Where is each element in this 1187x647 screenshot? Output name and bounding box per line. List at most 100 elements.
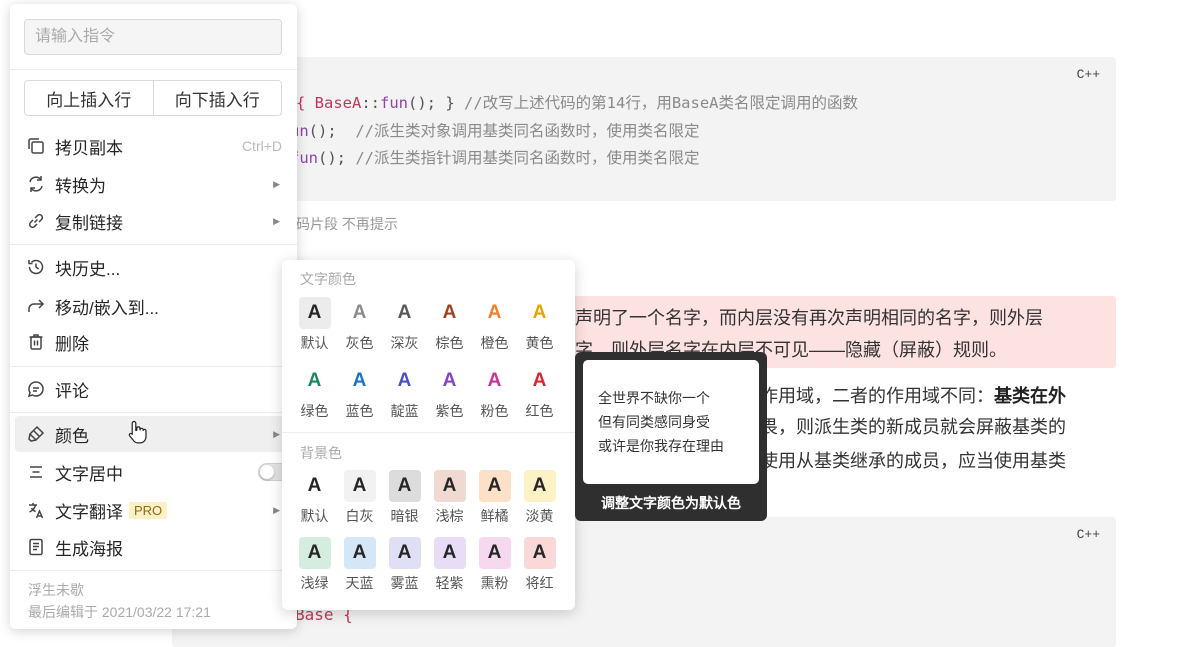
swatch-glyph: A [343, 470, 376, 502]
text-color-swatch[interactable]: A 默认 [292, 297, 337, 353]
menu-item-label: 移动/嵌入到... [55, 298, 159, 318]
swatch-glyph: A [478, 470, 511, 502]
menu-item-copy-link[interactable]: 复制链接 ▶ [15, 203, 292, 239]
menu-item-poster[interactable]: 生成海报 [15, 529, 292, 565]
text-color-swatch[interactable]: A 黄色 [517, 297, 562, 353]
bg-color-swatch[interactable]: A 轻紫 [427, 537, 472, 593]
text-color-swatch[interactable]: A 橙色 [472, 297, 517, 353]
menu-item-label: 块历史... [55, 259, 121, 279]
menu-item-copy[interactable]: 拷贝副本 Ctrl+D [15, 128, 292, 164]
code-token: (); [308, 122, 356, 140]
swatch-label: 浅棕 [435, 508, 464, 524]
code-language-label[interactable]: C++ [1077, 67, 1100, 82]
code-language-label[interactable]: C++ [1077, 527, 1100, 542]
swatch-glyph: A [397, 370, 412, 391]
code-line: fun(); //派生类指针调用基类同名函数时，使用类名限定 [290, 146, 700, 168]
menu-item-delete[interactable]: 删除 [15, 324, 292, 360]
swatch-glyph: A [433, 537, 466, 569]
pro-badge: PRO [129, 501, 168, 519]
convert-icon [25, 173, 47, 195]
swatch-glyph: A [442, 302, 457, 323]
menu-item-label: 转换为 [55, 176, 106, 196]
code-hint-text[interactable]: 码片段 不再提示 [296, 214, 398, 234]
menu-item-align-center[interactable]: 文字居中 [15, 454, 292, 490]
text-color-swatch[interactable]: A 蓝色 [337, 365, 382, 421]
block-context-menu: 向上插入行 向下插入行 拷贝副本 Ctrl+D 转换为 ▶ 复制链接 ▶ 块历史… [10, 4, 297, 629]
swatch-label: 深灰 [390, 335, 419, 351]
history-icon [25, 256, 47, 278]
text-color-swatch[interactable]: A 靛蓝 [382, 365, 427, 421]
author-name: 浮生未歇 [28, 582, 84, 598]
paragraph-fragment: 作用域，二者的作用域不同： [760, 386, 994, 406]
bg-color-swatch[interactable]: A 浅棕 [427, 470, 472, 526]
command-input[interactable] [24, 19, 282, 55]
tooltip-preview-card: 全世界不缺你一个 但有同类感同身受 或许是你我存在理由 [583, 360, 759, 484]
swatch-label: 紫色 [435, 403, 464, 419]
tooltip-preview-text: 或许是你我存在理由 [598, 438, 724, 454]
swatch-label: 鲜橘 [480, 508, 509, 524]
swatch-label: 靛蓝 [390, 403, 419, 419]
translate-icon [25, 499, 47, 521]
tooltip-preview-text: 全世界不缺你一个 [598, 390, 710, 406]
text-color-swatch[interactable]: A 棕色 [427, 297, 472, 353]
menu-item-label: 拷贝副本 [55, 138, 123, 158]
insert-row-below-button[interactable]: 向下插入行 [152, 81, 282, 115]
code-comment: //派生类对象调用基类同名函数时，使用类名限定 [355, 122, 700, 140]
color-brush-icon [25, 423, 47, 445]
bg-color-swatch[interactable]: A 淡黄 [517, 470, 562, 526]
callout-text: 声明了一个名字，而内层没有再次声明相同的名字，则外层 [575, 308, 1043, 328]
swatch-glyph: A [523, 537, 556, 569]
menu-divider [10, 69, 297, 70]
bg-color-swatch[interactable]: A 默认 [292, 470, 337, 526]
color-submenu: 文字颜色 A 默认 A 灰色 A 深灰 A 棕色 A 橙色 A 黄色 A 绿色 A 蓝色 A 靛蓝 A 紫色 A 粉色 A 红… [282, 260, 575, 610]
swatch-label: 默认 [300, 335, 329, 351]
swatch-glyph: A [388, 537, 421, 569]
code-line: un(); //派生类对象调用基类同名函数时，使用类名限定 [290, 119, 700, 141]
swatch-label: 白灰 [345, 508, 374, 524]
insert-row-above-button[interactable]: 向上插入行 [25, 81, 153, 115]
text-color-heading: 文字颜色 [300, 271, 356, 287]
menu-item-comment[interactable]: 评论 [15, 371, 292, 407]
menu-divider [10, 412, 297, 413]
swatch-label: 默认 [300, 508, 329, 524]
bg-color-swatch[interactable]: A 白灰 [337, 470, 382, 526]
link-icon [25, 210, 47, 232]
text-color-swatch[interactable]: A 紫色 [427, 365, 472, 421]
text-color-swatch[interactable]: A 深灰 [382, 297, 427, 353]
tooltip-preview-text: 但有同类感同身受 [598, 414, 710, 430]
text-color-swatch[interactable]: A 红色 [517, 365, 562, 421]
menu-item-color[interactable]: 颜色 ▶ [15, 416, 292, 452]
text-color-swatch[interactable]: A 灰色 [337, 297, 382, 353]
menu-divider [282, 432, 575, 433]
bg-color-swatch[interactable]: A 熏粉 [472, 537, 517, 593]
menu-item-move[interactable]: 移动/嵌入到... [15, 288, 292, 324]
menu-item-translate[interactable]: 文字翻译 PRO ▶ [15, 492, 292, 528]
swatch-label: 灰色 [345, 335, 374, 351]
menu-item-block-history[interactable]: 块历史... [15, 249, 292, 285]
bg-color-swatch[interactable]: A 鲜橘 [472, 470, 517, 526]
swatch-label: 浅绿 [300, 575, 329, 591]
hand-cursor-icon [128, 420, 147, 444]
bg-color-swatch[interactable]: A 浅绿 [292, 537, 337, 593]
swatch-glyph: A [397, 302, 412, 323]
copy-icon [25, 135, 47, 157]
bg-color-swatch[interactable]: A 暗银 [382, 470, 427, 526]
paragraph-text: 使用从基类继承的成员，应当使用基类 [760, 451, 1066, 471]
code-token: fun [380, 94, 409, 112]
submenu-arrow-icon: ▶ [273, 215, 280, 226]
tooltip-caption: 调整文字颜色为默认色 [601, 495, 741, 511]
menu-divider [10, 244, 297, 245]
menu-item-label: 颜色 [55, 426, 89, 446]
bg-color-swatch[interactable]: A 天蓝 [337, 537, 382, 593]
swatch-glyph: A [487, 370, 502, 391]
bg-color-swatch[interactable]: A 将红 [517, 537, 562, 593]
text-color-swatch[interactable]: A 绿色 [292, 365, 337, 421]
bg-color-swatch[interactable]: A 雾蓝 [382, 537, 427, 593]
swatch-glyph: A [532, 370, 547, 391]
text-color-swatch[interactable]: A 粉色 [472, 365, 517, 421]
menu-item-convert[interactable]: 转换为 ▶ [15, 166, 292, 202]
menu-item-label: 文字居中 [55, 464, 123, 484]
paragraph-text: 畏，则派生类的新成员就会屏蔽基类的 [760, 417, 1066, 437]
menu-divider [10, 366, 297, 367]
code-comment: //改写上述代码的第14行，用BaseA类名限定调用的函数 [464, 94, 859, 112]
